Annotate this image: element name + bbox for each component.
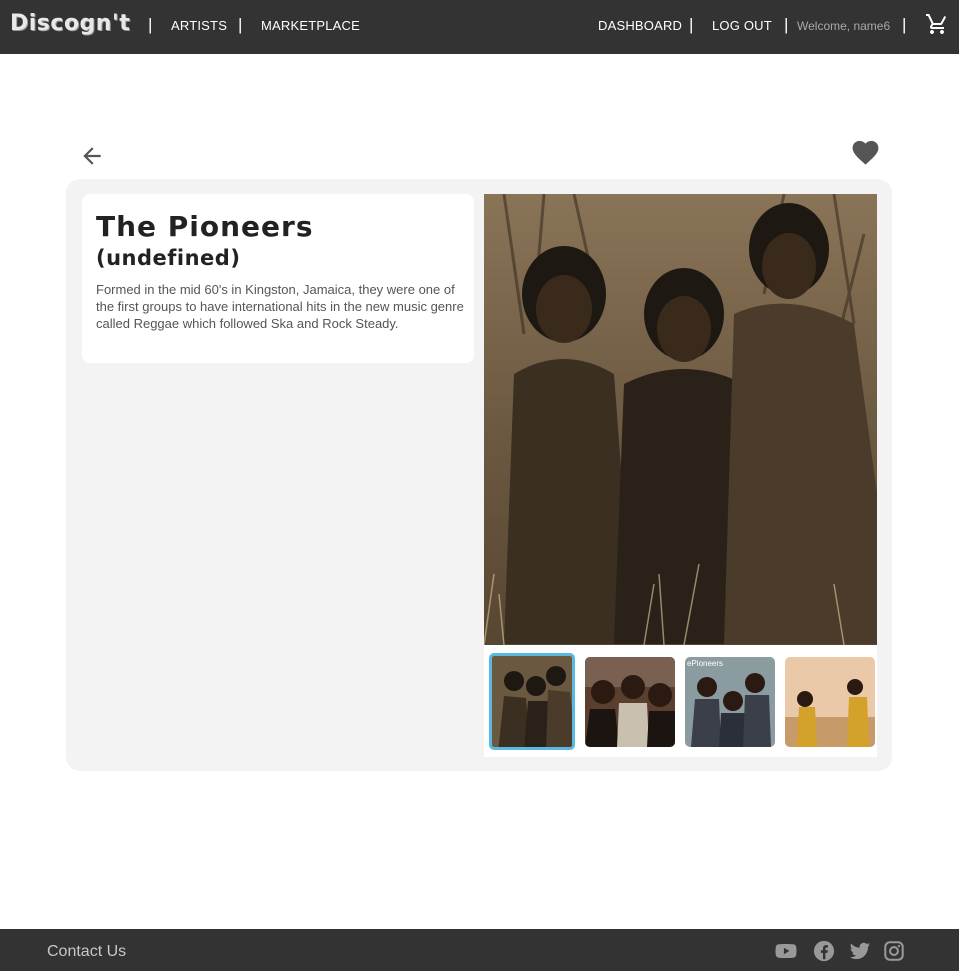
nav-link-logout[interactable]: LOG OUT: [712, 18, 772, 33]
gallery-thumbnail-selected[interactable]: [489, 653, 575, 750]
arrow-left-icon[interactable]: [79, 143, 105, 169]
nav-link-artists[interactable]: ARTISTS: [171, 18, 227, 33]
artist-subtitle: (undefined): [96, 246, 241, 270]
gallery-thumbnail[interactable]: [785, 657, 875, 747]
nav-separator: |: [902, 15, 907, 34]
artist-name: The Pioneers: [96, 210, 314, 243]
welcome-text: Welcome, name6: [797, 19, 891, 33]
contact-us-link[interactable]: Contact Us: [47, 943, 126, 961]
nav-separator: |: [148, 15, 153, 34]
youtube-icon[interactable]: [775, 940, 797, 962]
nav-link-dashboard[interactable]: DASHBOARD: [598, 18, 682, 33]
heart-icon[interactable]: [850, 137, 881, 168]
main-artist-photo: [484, 194, 877, 645]
nav-separator: |: [238, 15, 243, 34]
instagram-icon[interactable]: [883, 940, 905, 962]
nav-link-marketplace[interactable]: MARKETPLACE: [261, 18, 360, 33]
gallery-thumbnail[interactable]: ePioneers: [685, 657, 775, 747]
gallery-thumbnail[interactable]: [585, 657, 675, 747]
shopping-cart-icon[interactable]: [925, 12, 949, 36]
facebook-icon[interactable]: [813, 940, 835, 962]
nav-separator: |: [784, 15, 789, 34]
nav-separator: |: [689, 15, 694, 34]
artist-bio: Formed in the mid 60's in Kingston, Jama…: [96, 282, 464, 331]
site-logo[interactable]: Discogn't: [10, 11, 130, 36]
thumbnail-caption: ePioneers: [687, 659, 723, 668]
twitter-icon[interactable]: [849, 940, 871, 962]
